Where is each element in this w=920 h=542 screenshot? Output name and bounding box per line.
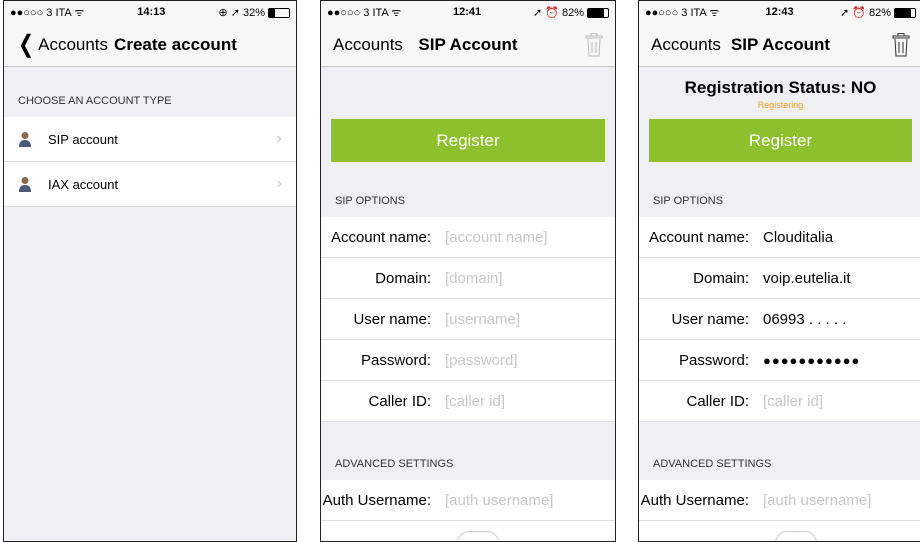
account-name-row[interactable]: Account name: [account name]	[321, 217, 615, 258]
status-right: ⊕ ➚ 32%	[218, 6, 290, 19]
field-label: Caller ID:	[686, 392, 749, 410]
carrier-signal: ●●○○○ 3 ITA ᯤ	[327, 6, 402, 19]
screen-sip-account-empty: ●●○○○ 3 ITA ᯤ 12:41 ➚ ⏰ 82% Accounts SIP…	[320, 0, 616, 542]
sip-options-header: SIP OPTIONS	[653, 195, 724, 207]
back-label: Accounts	[651, 34, 721, 54]
trash-icon[interactable]	[585, 33, 603, 57]
auth-username-row[interactable]: Auth Username: [auth username]	[321, 480, 615, 521]
password-input[interactable]: ●●●●●●●●●●●	[763, 353, 860, 368]
clock: 12:41	[453, 6, 482, 18]
back-button[interactable]: Accounts	[639, 35, 721, 55]
field-label: User name:	[353, 310, 431, 328]
auth-username-input[interactable]: [auth username]	[763, 492, 871, 509]
toggle-switch[interactable]	[457, 531, 499, 541]
password-row[interactable]: Password: [password]	[321, 340, 615, 381]
screen-sip-account-filled: ●●○○○ 3 ITA ᯤ 12:43 ➚ ⏰ 82% Accounts SIP…	[638, 0, 920, 542]
auth-username-row[interactable]: Auth Username: [auth username]	[639, 480, 920, 521]
field-label: User name:	[671, 310, 749, 328]
registration-status-sub: Registering	[757, 100, 804, 110]
advanced-settings-header: ADVANCED SETTINGS	[653, 458, 772, 470]
clock: 12:43	[765, 6, 794, 18]
domain-row[interactable]: Domain: voip.eutelia.it	[639, 258, 920, 299]
chevron-right-icon: ›	[276, 175, 282, 192]
username-row[interactable]: User name: [username]	[321, 299, 615, 340]
battery-percent: ⊕ ➚ 32%	[218, 6, 265, 19]
username-input[interactable]: 06993 . . . . .	[763, 311, 846, 328]
chevron-left-icon: ❮	[18, 30, 35, 58]
account-name-input[interactable]: [account name]	[445, 229, 548, 246]
caller-id-row[interactable]: Caller ID: [caller id]	[639, 381, 920, 422]
password-input[interactable]: [password]	[445, 352, 518, 369]
list-item-label: IAX account	[48, 176, 119, 192]
field-label: Domain:	[375, 269, 431, 287]
clock: 14:13	[137, 6, 166, 18]
navigation-bar: ❮ Accounts Create account	[4, 23, 296, 67]
list-item-sip-account[interactable]: SIP account ›	[4, 117, 296, 162]
field-label: Auth Username:	[640, 491, 749, 509]
field-label: Password:	[678, 351, 749, 369]
caller-id-input[interactable]: [caller id]	[445, 393, 505, 410]
account-name-input[interactable]: Clouditalia	[763, 229, 833, 246]
status-right: ➚ ⏰ 82%	[533, 6, 609, 19]
registration-status-title: Registration Status: NO	[684, 78, 877, 97]
person-icon	[19, 132, 31, 147]
toggle-switch[interactable]	[775, 531, 817, 541]
carrier-signal: ●●○○○ 3 ITA ᯤ	[10, 6, 85, 19]
account-name-row[interactable]: Account name: Clouditalia	[639, 217, 920, 258]
page-title: Create account	[114, 34, 237, 54]
list-item-iax-account[interactable]: IAX account ›	[4, 162, 296, 207]
back-button[interactable]: Accounts	[321, 35, 403, 55]
battery-icon	[587, 7, 609, 18]
battery-icon	[267, 7, 290, 18]
back-label: Accounts	[38, 34, 109, 54]
field-label: Auth Username:	[322, 491, 431, 509]
caller-id-row[interactable]: Caller ID: [caller id]	[321, 381, 615, 422]
status-bar: ●●○○○ 3 ITA ᯤ 12:43 ➚ ⏰ 82%	[639, 1, 920, 23]
field-label: Domain:	[693, 269, 749, 287]
advanced-settings-header: ADVANCED SETTINGS	[335, 458, 454, 470]
sip-options-header: SIP OPTIONS	[335, 195, 406, 207]
username-row[interactable]: User name: 06993 . . . . .	[639, 299, 920, 340]
status-right: ➚ ⏰ 82%	[840, 6, 916, 19]
domain-input[interactable]: [domain]	[445, 270, 503, 287]
back-label: Accounts	[333, 34, 403, 54]
battery-percent: ➚ ⏰ 82%	[532, 6, 584, 19]
navigation-bar: Accounts SIP Account	[639, 23, 920, 67]
register-button[interactable]: Register	[649, 119, 912, 162]
battery-icon	[894, 7, 916, 18]
field-label: Caller ID:	[368, 392, 431, 410]
caller-id-input[interactable]: [caller id]	[763, 393, 823, 410]
username-input[interactable]: [username]	[445, 311, 520, 328]
toggle-row	[321, 521, 615, 541]
person-icon	[19, 177, 31, 192]
section-header: CHOOSE AN ACCOUNT TYPE	[18, 95, 172, 107]
field-label: Account name:	[330, 228, 431, 246]
toggle-row	[639, 521, 920, 541]
domain-row[interactable]: Domain: [domain]	[321, 258, 615, 299]
field-label: Password:	[360, 351, 431, 369]
battery-percent: ➚ ⏰ 82%	[839, 6, 891, 19]
status-bar: ●●○○○ 3 ITA ᯤ 14:13 ⊕ ➚ 32%	[4, 1, 296, 23]
domain-input[interactable]: voip.eutelia.it	[763, 270, 851, 287]
field-label: Account name:	[648, 228, 749, 246]
chevron-right-icon: ›	[276, 130, 282, 147]
back-button[interactable]: ❮ Accounts	[4, 30, 109, 58]
password-row[interactable]: Password: ●●●●●●●●●●●	[639, 340, 920, 381]
carrier-signal: ●●○○○ 3 ITA ᯤ	[645, 6, 720, 19]
register-button[interactable]: Register	[331, 119, 605, 162]
status-bar: ●●○○○ 3 ITA ᯤ 12:41 ➚ ⏰ 82%	[321, 1, 615, 23]
screen-create-account: ●●○○○ 3 ITA ᯤ 14:13 ⊕ ➚ 32% ❮ Accounts C…	[3, 0, 297, 542]
auth-username-input[interactable]: [auth username]	[445, 492, 553, 509]
registration-status: Registration Status: NO Registering	[639, 67, 920, 119]
list-item-label: SIP account	[48, 131, 118, 147]
navigation-bar: Accounts SIP Account	[321, 23, 615, 67]
trash-icon[interactable]	[892, 33, 910, 57]
